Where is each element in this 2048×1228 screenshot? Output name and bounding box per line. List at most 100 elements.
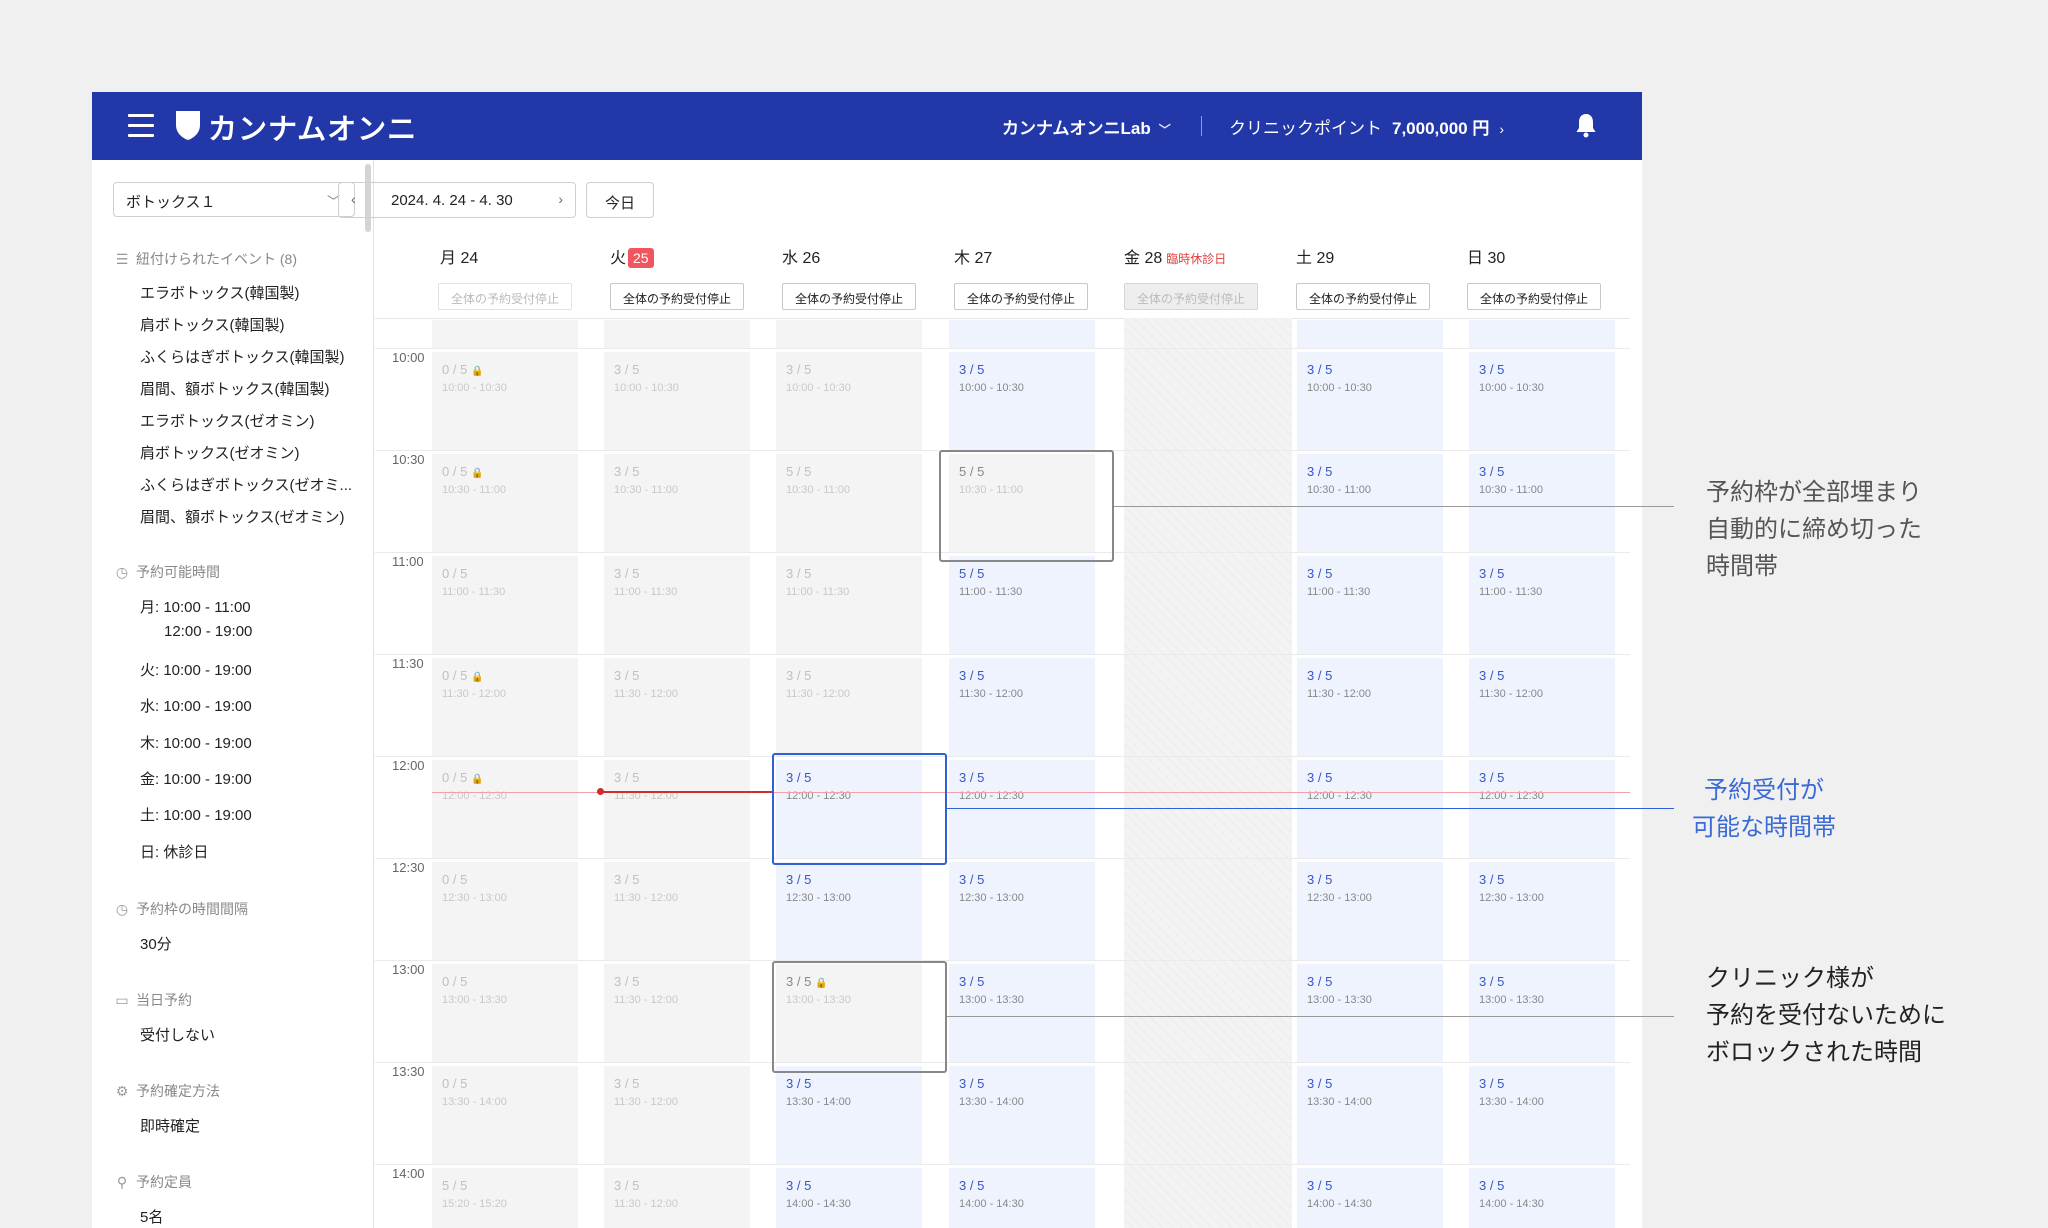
- slot-tue-5[interactable]: 3 / 5 11:30 - 12:00: [604, 862, 750, 960]
- slot-wed-7[interactable]: 3 / 5 13:30 - 14:00: [776, 1066, 922, 1164]
- stop-all-button-thu[interactable]: 全体の予約受付停止: [954, 283, 1088, 310]
- slot-wed-5[interactable]: 3 / 5 12:30 - 13:00: [776, 862, 922, 960]
- linked-event-item[interactable]: 肩ボトックス(韓国製): [140, 314, 285, 335]
- linked-event-item[interactable]: 眉間、額ボトックス(ゼオミン): [140, 506, 345, 527]
- slot-range: 11:30 - 12:00: [442, 688, 507, 700]
- slot-wed-3[interactable]: 3 / 5 11:30 - 12:00: [776, 658, 922, 756]
- slot-sat-6[interactable]: 3 / 5 13:00 - 13:30: [1297, 964, 1443, 1062]
- note-line: 自動的に締め切った: [1706, 516, 1922, 543]
- stop-all-button-wed[interactable]: 全体の予約受付停止: [782, 283, 916, 310]
- slot-tue-1[interactable]: 3 / 5 10:30 - 11:00: [604, 454, 750, 552]
- linked-event-item[interactable]: ふくらはぎボトックス(韓国製): [140, 346, 345, 367]
- slot-sun-4[interactable]: 3 / 5 12:00 - 12:30: [1469, 760, 1615, 858]
- slot-thu-4[interactable]: 3 / 5 12:00 - 12:30: [949, 760, 1095, 858]
- slot-tue-0[interactable]: 3 / 5 10:00 - 10:30: [604, 352, 750, 450]
- slot-mon-2[interactable]: 0 / 5 11:00 - 11:30: [432, 556, 578, 654]
- slot-sat-3[interactable]: 3 / 5 11:30 - 12:00: [1297, 658, 1443, 756]
- available-time-title: 予約可能時間: [136, 564, 220, 580]
- menu-select[interactable]: ボトックス１ ﹀: [113, 182, 355, 217]
- account-switcher[interactable]: カンナムオンニLab ﹀: [1002, 114, 1171, 139]
- slot-mon-4[interactable]: 0 / 5 🔒 12:00 - 12:30: [432, 760, 578, 858]
- slot-count: 5 / 5: [959, 566, 984, 581]
- slot-sat-8[interactable]: 3 / 5 14:00 - 14:30: [1297, 1168, 1443, 1228]
- slot-wed-1[interactable]: 5 / 5 10:30 - 11:00: [776, 454, 922, 552]
- slot-range: 11:30 - 12:00: [614, 1096, 679, 1108]
- slot-sun-2[interactable]: 3 / 5 11:00 - 11:30: [1469, 556, 1615, 654]
- slot-thu-2[interactable]: 5 / 5 11:00 - 11:30: [949, 556, 1095, 654]
- slot-range: 10:00 - 10:30: [959, 382, 1024, 394]
- slot-tue-2[interactable]: 3 / 5 11:00 - 11:30: [604, 556, 750, 654]
- menu-select-value: ボトックス１: [126, 194, 216, 211]
- slot-sun-8[interactable]: 3 / 5 14:00 - 14:30: [1469, 1168, 1615, 1228]
- slot-count: 3 / 5: [959, 362, 984, 377]
- slot-range: 12:30 - 13:00: [442, 892, 507, 904]
- slot-sat-7[interactable]: 3 / 5 13:30 - 14:00: [1297, 1066, 1443, 1164]
- bell-icon[interactable]: [1575, 112, 1597, 138]
- slot-count: 3 / 5: [614, 464, 639, 479]
- slot-count-text: 0 / 5: [442, 974, 468, 989]
- slot-sat-4[interactable]: 3 / 5 12:00 - 12:30: [1297, 760, 1443, 858]
- linked-event-item[interactable]: 眉間、額ボトックス(韓国製): [140, 378, 330, 399]
- slot-wed-8[interactable]: 3 / 5 14:00 - 14:30: [776, 1168, 922, 1228]
- hamburger-menu-icon[interactable]: [128, 114, 154, 138]
- slot-count-text: 0 / 5: [442, 1076, 468, 1091]
- slot-mon-7[interactable]: 0 / 5 13:30 - 14:00: [432, 1066, 578, 1164]
- stop-all-button-mon[interactable]: 全体の予約受付停止: [438, 283, 572, 310]
- slot-count-text: 3 / 5: [786, 668, 812, 683]
- slot-tue-3[interactable]: 3 / 5 11:30 - 12:00: [604, 658, 750, 756]
- slot-mon-3[interactable]: 0 / 5 🔒 11:30 - 12:00: [432, 658, 578, 756]
- slot-tue-7[interactable]: 3 / 5 11:30 - 12:00: [604, 1066, 750, 1164]
- slot-thu-0[interactable]: 3 / 5 10:00 - 10:30: [949, 352, 1095, 450]
- slot-wed-0[interactable]: 3 / 5 10:00 - 10:30: [776, 352, 922, 450]
- slot-count: 0 / 5: [442, 872, 467, 887]
- date-range-picker[interactable]: ‹ 2024. 4. 24 - 4. 30 ›: [338, 182, 576, 218]
- linked-event-item[interactable]: エラボトックス(韓国製): [140, 282, 300, 303]
- slot-sun-5[interactable]: 3 / 5 12:30 - 13:00: [1469, 862, 1615, 960]
- slot-tue-8[interactable]: 3 / 5 11:30 - 12:00: [604, 1168, 750, 1228]
- note-line: 可能な時間帯: [1692, 814, 1836, 841]
- slot-thu-8[interactable]: 3 / 5 14:00 - 14:30: [949, 1168, 1095, 1228]
- slot-count-text: 3 / 5: [959, 974, 985, 989]
- slot-sat-2[interactable]: 3 / 5 11:00 - 11:30: [1297, 556, 1443, 654]
- slot-tue-6[interactable]: 3 / 5 11:30 - 12:00: [604, 964, 750, 1062]
- slot-mon-8[interactable]: 5 / 5 15:20 - 15:20: [432, 1168, 578, 1228]
- clinic-points-link[interactable]: クリニックポイント 7,000,000 円 ›: [1229, 114, 1504, 139]
- slot-count-text: 3 / 5: [614, 464, 640, 479]
- stop-all-button-sat[interactable]: 全体の予約受付停止: [1296, 283, 1430, 310]
- slot-thu-3[interactable]: 3 / 5 11:30 - 12:00: [949, 658, 1095, 756]
- slot-sun-1[interactable]: 3 / 5 10:30 - 11:00: [1469, 454, 1615, 552]
- slot-sun-6[interactable]: 3 / 5 13:00 - 13:30: [1469, 964, 1615, 1062]
- stop-all-button-sun[interactable]: 全体の予約受付停止: [1467, 283, 1601, 310]
- linked-event-item[interactable]: エラボトックス(ゼオミン): [140, 410, 315, 431]
- slot-range: 11:00 - 11:30: [959, 586, 1023, 598]
- slot-sat-1[interactable]: 3 / 5 10:30 - 11:00: [1297, 454, 1443, 552]
- slot-count-text: 0 / 5: [442, 464, 468, 479]
- today-button[interactable]: 今日: [586, 182, 654, 218]
- slot-mon-1[interactable]: 0 / 5 🔒 10:30 - 11:00: [432, 454, 578, 552]
- slot-mon-0[interactable]: 0 / 5 🔒 10:00 - 10:30: [432, 352, 578, 450]
- slot-sat-5[interactable]: 3 / 5 12:30 - 13:00: [1297, 862, 1443, 960]
- linked-event-item[interactable]: ふくらはぎボトックス(ゼオミ...: [140, 474, 352, 495]
- slot-wed-2[interactable]: 3 / 5 11:00 - 11:30: [776, 556, 922, 654]
- slot-range: 10:00 - 10:30: [1479, 382, 1544, 394]
- slot-thu-5[interactable]: 3 / 5 12:30 - 13:00: [949, 862, 1095, 960]
- slot-thu-6[interactable]: 3 / 5 13:00 - 13:30: [949, 964, 1095, 1062]
- same-day-value: 受付しない: [140, 1027, 216, 1044]
- slot-thu-7[interactable]: 3 / 5 13:30 - 14:00: [949, 1066, 1095, 1164]
- stop-all-button-tue[interactable]: 全体の予約受付停止: [610, 283, 744, 310]
- grid-row-line: [375, 756, 1630, 757]
- slot-count-text: 3 / 5: [959, 668, 985, 683]
- chevron-right-icon[interactable]: ›: [558, 191, 563, 207]
- linked-event-item[interactable]: 肩ボトックス(ゼオミン): [140, 442, 300, 463]
- chevron-left-icon[interactable]: ‹: [351, 191, 356, 207]
- slot-sun-0[interactable]: 3 / 5 10:00 - 10:30: [1469, 352, 1615, 450]
- slot-count-text: 3 / 5: [1479, 1076, 1505, 1091]
- slot-mon-6[interactable]: 0 / 5 13:00 - 13:30: [432, 964, 578, 1062]
- slot-count-text: 3 / 5: [614, 872, 640, 887]
- slot-mon-5[interactable]: 0 / 5 12:30 - 13:00: [432, 862, 578, 960]
- slot-tue-4[interactable]: 3 / 5 11:30 - 12:00: [604, 760, 750, 858]
- slot-sun-7[interactable]: 3 / 5 13:30 - 14:00: [1469, 1066, 1615, 1164]
- brand-logo[interactable]: カンナムオンニ: [208, 106, 417, 148]
- slot-sun-3[interactable]: 3 / 5 11:30 - 12:00: [1469, 658, 1615, 756]
- slot-sat-0[interactable]: 3 / 5 10:00 - 10:30: [1297, 352, 1443, 450]
